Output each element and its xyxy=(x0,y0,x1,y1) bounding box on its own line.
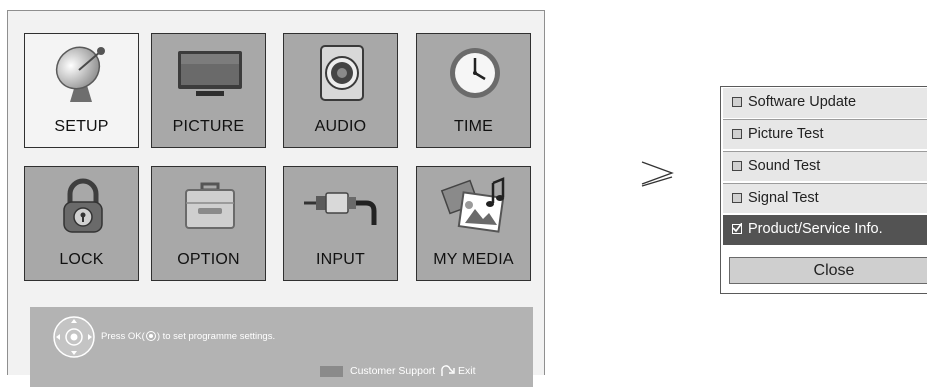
customer-support-label[interactable]: Customer Support xyxy=(350,365,435,377)
checkbox-icon xyxy=(732,161,742,171)
submenu-item-signal-test[interactable]: Signal Test xyxy=(723,183,927,213)
help-text-prefix: Press OK( xyxy=(101,331,145,342)
tile-label: TIME xyxy=(453,118,494,135)
tile-label: OPTION xyxy=(177,251,240,268)
navigation-ring-icon xyxy=(52,315,96,359)
checkbox-icon xyxy=(732,129,742,139)
cable-plug-icon xyxy=(284,173,399,239)
tile-time[interactable]: TIME xyxy=(416,33,531,148)
submenu-item-label: Sound Test xyxy=(748,158,821,174)
customer-support-submenu: Software Update Picture Test Sound Test … xyxy=(720,86,927,294)
tile-my-media[interactable]: MY MEDIA xyxy=(416,166,531,281)
padlock-icon xyxy=(25,173,140,239)
submenu-item-label: Product/Service Info. xyxy=(748,221,883,237)
checked-checkbox-icon xyxy=(732,223,742,234)
tile-input[interactable]: INPUT xyxy=(283,166,398,281)
submenu-item-sound-test[interactable]: Sound Test xyxy=(723,151,927,181)
submenu-item-software-update[interactable]: Software Update xyxy=(723,88,927,118)
tile-label: PICTURE xyxy=(172,118,245,135)
tile-label: INPUT xyxy=(316,251,365,268)
help-bar: Press OK( ) to set programme settings. Cu… xyxy=(30,307,533,387)
exit-label[interactable]: Exit xyxy=(458,365,476,377)
close-button[interactable]: Close xyxy=(729,257,927,284)
back-exit-icon xyxy=(439,364,455,382)
submenu-item-label: Software Update xyxy=(748,94,857,110)
tile-setup[interactable]: SETUP xyxy=(24,33,139,148)
tv-monitor-icon xyxy=(152,40,267,106)
color-key-icon xyxy=(320,366,343,377)
speaker-icon xyxy=(284,40,399,106)
tile-label: SETUP xyxy=(54,118,109,135)
tile-audio[interactable]: AUDIO xyxy=(283,33,398,148)
media-files-icon xyxy=(417,173,532,239)
main-menu-panel: SETUP PICTURE AUDIO TIME LOCK OPTION INP… xyxy=(7,10,545,387)
toolbox-icon xyxy=(152,173,267,239)
tile-label: LOCK xyxy=(59,251,104,268)
satellite-dish-icon xyxy=(25,40,140,106)
ok-button-icon xyxy=(145,331,156,341)
arrow-right-icon xyxy=(640,160,676,193)
tile-option[interactable]: OPTION xyxy=(151,166,266,281)
tile-picture[interactable]: PICTURE xyxy=(151,33,266,148)
checkbox-icon xyxy=(732,97,742,107)
submenu-item-picture-test[interactable]: Picture Test xyxy=(723,119,927,149)
checkbox-icon xyxy=(732,193,742,203)
help-text-suffix: ) to set programme settings. xyxy=(156,331,276,342)
submenu-item-label: Signal Test xyxy=(748,190,819,206)
submenu-item-product-service-info[interactable]: Product/Service Info. xyxy=(723,215,927,245)
clock-icon xyxy=(417,40,532,106)
tile-label: AUDIO xyxy=(314,118,367,135)
help-text: Press OK( ) to set programme settings. xyxy=(101,331,275,342)
submenu-item-label: Picture Test xyxy=(748,126,824,142)
tile-label: MY MEDIA xyxy=(433,251,514,268)
tile-lock[interactable]: LOCK xyxy=(24,166,139,281)
